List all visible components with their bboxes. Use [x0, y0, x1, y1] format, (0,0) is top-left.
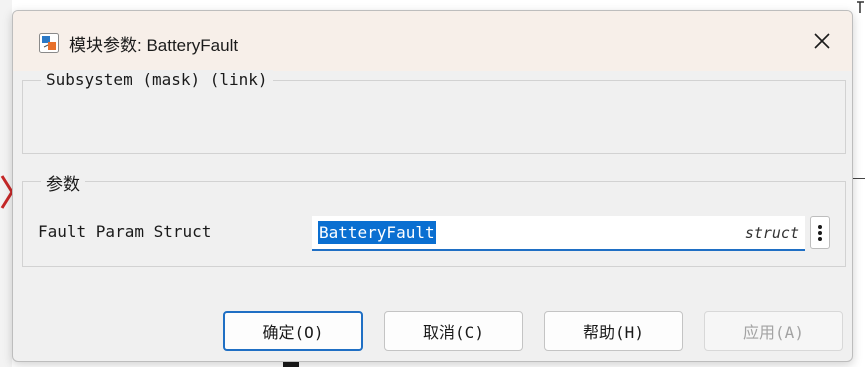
help-button[interactable]: 帮助(H): [544, 311, 683, 351]
struct-type-tag: struct: [744, 224, 799, 242]
ok-button[interactable]: 确定(O): [223, 311, 363, 351]
vertical-ellipsis-icon: [818, 224, 822, 241]
cancel-button[interactable]: 取消(C): [384, 311, 523, 351]
parameters-group-legend: 参数: [41, 170, 85, 195]
close-button[interactable]: [803, 25, 841, 57]
block-parameters-dialog: 模块参数: BatteryFault Subsystem (mask) (lin…: [12, 10, 853, 362]
dialog-title: 模块参数: BatteryFault: [69, 36, 239, 55]
fault-param-struct-label: Fault Param Struct: [38, 222, 212, 241]
more-options-button[interactable]: [810, 216, 830, 249]
fault-param-struct-value[interactable]: BatteryFault: [318, 221, 436, 244]
description-group: Subsystem (mask) (link): [22, 70, 846, 154]
simulink-block-icon: [39, 33, 59, 53]
apply-button[interactable]: 应用(A): [704, 311, 843, 351]
canvas-line-fragment: [857, 1, 864, 13]
fault-param-struct-field[interactable]: BatteryFault struct: [312, 216, 805, 251]
description-group-legend: Subsystem (mask) (link): [41, 70, 273, 89]
title-bar[interactable]: 模块参数: BatteryFault: [13, 11, 852, 71]
close-icon: [814, 33, 830, 49]
